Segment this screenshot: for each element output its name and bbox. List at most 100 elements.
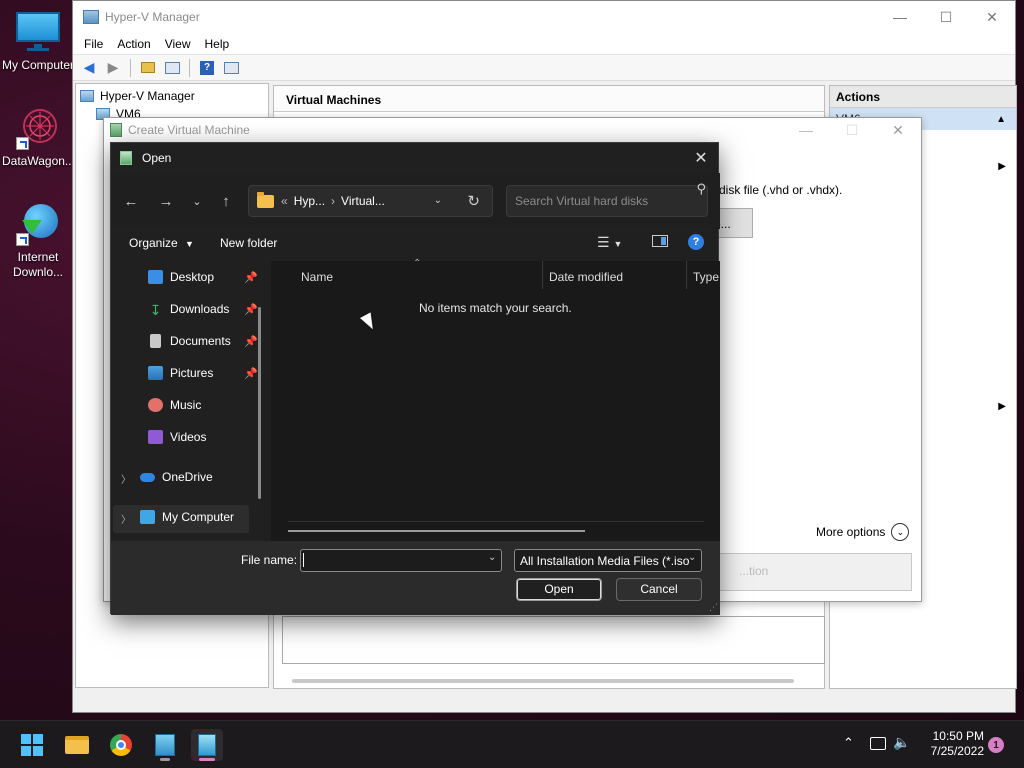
desktop-icon-internet-download[interactable]: Internet Downlo... [2,202,74,280]
file-type-select[interactable]: All Installation Media Files (*.iso [514,549,702,572]
nav-item-downloads[interactable]: ↧ Downloads 📌 [148,297,258,321]
hyperv-menubar: File Action View Help [73,33,1015,55]
up-arrow-icon[interactable]: ↑ [214,191,238,211]
nav-item-pictures[interactable]: Pictures 📌 [148,361,258,385]
column-divider[interactable] [542,261,543,289]
show-hide-tree-icon[interactable] [162,59,182,77]
collapse-up-icon[interactable]: ▲ [996,114,1006,125]
search-icon[interactable]: ⚲ [696,181,706,197]
desktop-icon-label: DataWagon... [2,154,75,168]
menu-action[interactable]: Action [110,37,157,51]
refresh-icon[interactable]: ↻ [467,192,480,210]
recent-locations-chevron-icon[interactable]: ⌄ [185,191,209,211]
document-icon [150,334,161,348]
cancel-button[interactable]: Cancel [616,578,702,601]
expand-chevron-icon[interactable]: 〉 [121,511,131,526]
show-hide-action-pane-icon[interactable] [221,59,241,77]
open-dialog-titlebar: Open [111,143,718,173]
breadcrumb-hyperv[interactable]: Hyp... [294,194,325,208]
view-options-icon[interactable]: ☰ ▼ [597,234,622,251]
sort-ascending-icon: ⌃ [413,258,422,269]
file-name-label: File name: [241,553,298,567]
forward-arrow-icon[interactable]: → [154,191,178,211]
up-folder-icon[interactable] [138,59,158,77]
address-dropdown-icon[interactable]: ⌄ [434,195,442,206]
horizontal-scrollbar[interactable] [288,530,585,532]
file-name-input[interactable] [300,549,502,572]
create-vm-action-button[interactable]: ...tion [718,553,912,591]
desktop-icon-datawagon[interactable]: DataWagon... [2,106,75,169]
music-icon [148,398,163,412]
open-button[interactable]: Open [516,578,602,601]
maximize-button[interactable]: ☐ [923,1,969,33]
desktop-icon [148,270,163,284]
nav-item-label: My Computer [162,510,235,524]
volume-icon[interactable]: 🔈 [893,734,910,751]
file-list: ⌃ Name Date modified Type No items match… [271,258,720,541]
help-icon[interactable]: ? [197,59,217,77]
column-divider[interactable] [686,261,687,289]
new-folder-button[interactable]: New folder [220,236,277,250]
hyperv-manager-icon [155,734,175,756]
chevron-down-icon[interactable]: ⌄ [688,552,696,563]
address-bar[interactable]: « Hyp... › Virtual... ⌄ ↻ [248,185,493,217]
create-vm-icon [110,123,122,137]
clock[interactable]: 10:50 PM 7/25/2022 [920,729,984,759]
hyperv-app-icon [83,10,99,24]
column-header-name[interactable]: Name [301,265,333,289]
desktop-icon-label: Internet Downlo... [12,250,64,279]
breadcrumb-virtual[interactable]: Virtual... [341,194,385,208]
organize-button[interactable]: Organize ▼ [129,236,194,250]
monitor-icon [16,10,60,54]
help-icon[interactable]: ? [688,234,704,250]
nav-item-desktop[interactable]: Desktop 📌 [148,265,258,289]
notification-badge[interactable]: 1 [988,737,1004,753]
toolbar-separator [189,58,190,77]
menu-view[interactable]: View [158,37,198,51]
close-button[interactable]: ✕ [969,1,1015,33]
more-options-label: More options [816,525,886,539]
open-dialog-navbar: ← → ⌄ ↑ « Hyp... › Virtual... ⌄ ↻ Search… [111,173,720,229]
network-icon[interactable] [870,737,886,750]
pin-icon: 📌 [244,367,258,380]
back-arrow-icon[interactable]: ← [119,191,143,211]
chevron-down-icon[interactable]: ⌄ [488,552,496,563]
start-button[interactable] [16,729,48,761]
horizontal-scrollbar[interactable] [292,679,794,683]
nav-item-onedrive[interactable]: OneDrive [140,465,250,489]
resize-grip-icon[interactable]: ⋰ [709,602,718,613]
back-arrow-icon[interactable]: ◀ [79,59,99,77]
show-hidden-icons-chevron-icon[interactable]: ⌃ [843,735,854,751]
nav-item-music[interactable]: Music [148,393,258,417]
taskbar-hyperv-manager[interactable] [149,729,181,761]
running-indicator [160,758,170,761]
forward-arrow-icon[interactable]: ▶ [103,59,123,77]
taskbar-create-vm-wizard[interactable] [191,729,223,761]
close-button[interactable]: ✕ [686,143,716,173]
open-dialog-title: Open [142,151,172,165]
nav-item-videos[interactable]: Videos [148,425,258,449]
preview-pane-icon[interactable] [652,235,668,247]
taskbar-chrome[interactable] [105,729,137,761]
close-button[interactable]: ✕ [875,114,921,146]
maximize-button[interactable]: ☐ [829,114,875,146]
tree-node-hyperv-manager[interactable]: Hyper-V Manager [76,87,268,105]
nav-item-my-computer[interactable]: My Computer [140,505,250,529]
download-icon: ↧ [149,302,162,318]
search-input[interactable]: Search Virtual hard disks [506,185,708,217]
submenu-arrow-icon: ▶ [998,160,1006,172]
expand-chevron-icon[interactable]: 〉 [121,471,131,486]
folder-icon [65,736,89,754]
more-options-toggle[interactable]: More options ⌄ [816,523,910,541]
column-header-date-modified[interactable]: Date modified [549,265,623,289]
taskbar-file-explorer[interactable] [61,729,93,761]
menu-file[interactable]: File [77,37,110,51]
minimize-button[interactable]: — [783,114,829,146]
column-header-type[interactable]: Type [693,265,719,289]
clock-date: 7/25/2022 [930,744,984,758]
nav-item-documents[interactable]: Documents 📌 [148,329,258,353]
minimize-button[interactable]: — [877,1,923,33]
menu-help[interactable]: Help [198,37,237,51]
nav-pane-scrollbar[interactable] [258,307,261,499]
desktop-icon-my-computer[interactable]: My Computer [2,10,74,73]
